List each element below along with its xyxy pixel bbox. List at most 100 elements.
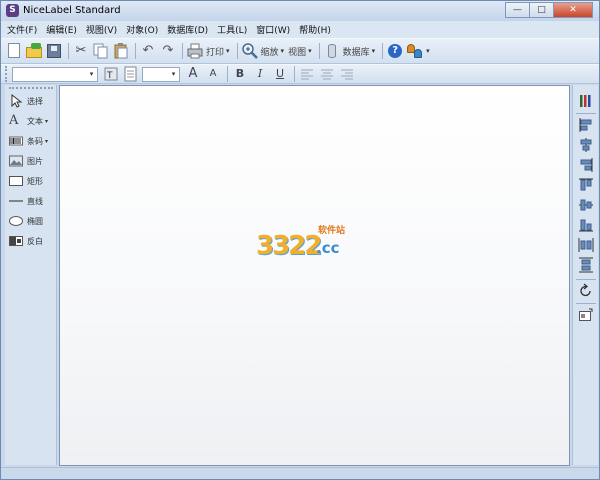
print-button[interactable] xyxy=(186,42,204,60)
minimize-button[interactable]: — xyxy=(505,2,529,18)
undo-button[interactable]: ↶ xyxy=(139,42,157,60)
database-button[interactable] xyxy=(323,42,341,60)
colors-button[interactable] xyxy=(578,93,594,109)
menu-view[interactable]: 视图(V) xyxy=(86,23,117,36)
font-settings-button[interactable] xyxy=(122,65,140,83)
paste-icon xyxy=(114,43,128,59)
align-top-edges-button[interactable] xyxy=(578,177,594,193)
chevron-down-icon[interactable]: ▾ xyxy=(45,138,48,145)
italic-icon: I xyxy=(257,67,263,80)
align-right-button[interactable] xyxy=(338,65,356,83)
label-canvas[interactable]: 软件站 3322 .cc xyxy=(59,85,570,466)
font-settings-icon xyxy=(124,66,137,82)
menu-window[interactable]: 窗口(W) xyxy=(256,23,290,36)
cut-button[interactable]: ✂ xyxy=(72,42,90,60)
tool-label: 椭圆 xyxy=(27,216,43,226)
maximize-button[interactable]: □ xyxy=(529,2,553,18)
database-dropdown-icon[interactable]: ▾ xyxy=(372,47,376,55)
shrink-font-button[interactable]: A xyxy=(204,65,222,83)
align-vertical-centers-button[interactable] xyxy=(578,197,594,213)
users-button[interactable] xyxy=(406,42,424,60)
help-icon: ? xyxy=(388,44,403,58)
toolbar-grip[interactable] xyxy=(5,66,8,82)
copy-icon xyxy=(93,43,108,59)
panel-separator xyxy=(576,303,596,304)
toolbox-grip[interactable] xyxy=(9,87,53,89)
tool-rectangle[interactable]: 矩形 xyxy=(9,173,57,189)
zoom-button[interactable] xyxy=(241,42,259,60)
database-icon xyxy=(327,44,336,58)
toolbar-overflow-icon[interactable]: ▾ xyxy=(426,47,430,55)
tool-picture[interactable]: 图片 xyxy=(9,153,57,169)
new-document-button[interactable] xyxy=(5,42,23,60)
tool-barcode[interactable]: 条码 ▾ xyxy=(9,133,57,149)
font-size-combo[interactable]: ▾ xyxy=(142,66,180,82)
italic-button[interactable]: I xyxy=(251,65,269,83)
watermark-logo: 软件站 3322 .cc xyxy=(256,223,356,263)
align-horizontal-centers-icon xyxy=(580,138,592,152)
view-label[interactable]: 视图 xyxy=(288,45,306,58)
tool-label: 条码 xyxy=(27,136,43,146)
object-properties-icon xyxy=(579,308,593,321)
help-button[interactable]: ? xyxy=(386,42,404,60)
zoom-label[interactable]: 缩放 xyxy=(261,45,279,58)
tool-ellipse[interactable]: 椭圆 xyxy=(9,213,57,229)
align-right-edges-button[interactable] xyxy=(578,157,594,173)
menu-edit[interactable]: 编辑(E) xyxy=(46,23,77,36)
font-name-combo[interactable]: ▾ xyxy=(12,66,98,82)
menu-help[interactable]: 帮助(H) xyxy=(299,23,331,36)
close-button[interactable]: ✕ xyxy=(553,2,593,18)
chevron-down-icon[interactable]: ▾ xyxy=(86,68,97,81)
align-top-edges-icon xyxy=(579,178,593,191)
bold-button[interactable]: B xyxy=(231,65,249,83)
panel-separator xyxy=(576,113,596,114)
save-button[interactable] xyxy=(45,42,63,60)
redo-button[interactable]: ↷ xyxy=(159,42,177,60)
magnifier-icon xyxy=(241,43,258,59)
font-style-icon: T xyxy=(104,67,118,81)
toolbar-separator xyxy=(227,66,228,82)
object-properties-button[interactable] xyxy=(578,307,594,323)
tool-label: 图片 xyxy=(27,156,43,166)
distribute-vertical-icon xyxy=(579,257,593,273)
rectangle-icon xyxy=(9,176,23,186)
save-icon xyxy=(47,44,61,58)
underline-icon: U xyxy=(275,67,285,80)
view-dropdown-icon[interactable]: ▾ xyxy=(308,47,312,55)
tool-label: 反白 xyxy=(27,236,43,246)
align-left-button[interactable] xyxy=(298,65,316,83)
distribute-vertical-button[interactable] xyxy=(578,257,594,273)
line-icon xyxy=(9,200,23,202)
database-label[interactable]: 数据库 xyxy=(343,45,370,58)
align-horizontal-centers-button[interactable] xyxy=(578,137,594,153)
print-dropdown-icon[interactable]: ▾ xyxy=(226,47,230,55)
tool-label: 选择 xyxy=(27,96,43,106)
align-center-button[interactable] xyxy=(318,65,336,83)
menu-object[interactable]: 对象(O) xyxy=(126,23,158,36)
tool-line[interactable]: 直线 xyxy=(9,193,57,209)
chevron-down-icon[interactable]: ▾ xyxy=(168,68,179,81)
distribute-horizontal-button[interactable] xyxy=(578,237,594,253)
menu-file[interactable]: 文件(F) xyxy=(7,23,37,36)
tool-select[interactable]: 选择 xyxy=(9,93,57,109)
zoom-dropdown-icon[interactable]: ▾ xyxy=(281,47,285,55)
rotate-button[interactable] xyxy=(578,283,594,299)
align-bottom-edges-button[interactable] xyxy=(578,217,594,233)
grow-font-button[interactable]: A xyxy=(184,65,202,83)
paste-button[interactable] xyxy=(112,42,130,60)
chevron-down-icon[interactable]: ▾ xyxy=(45,118,48,125)
menu-tools[interactable]: 工具(L) xyxy=(217,23,247,36)
open-button[interactable] xyxy=(25,42,43,60)
picture-icon xyxy=(9,155,23,167)
inverse-icon xyxy=(9,236,23,246)
align-left-edges-button[interactable] xyxy=(578,117,594,133)
underline-button[interactable]: U xyxy=(271,65,289,83)
copy-button[interactable] xyxy=(92,42,110,60)
app-logo-icon[interactable]: S xyxy=(6,4,19,17)
menu-database[interactable]: 数据库(D) xyxy=(167,23,208,36)
font-style-button[interactable]: T xyxy=(102,65,120,83)
tool-text[interactable]: A 文本 ▾ xyxy=(9,113,57,129)
window-title: NiceLabel Standard xyxy=(23,5,121,16)
tool-inverse[interactable]: 反白 xyxy=(9,233,57,249)
print-label[interactable]: 打印 xyxy=(206,45,224,58)
